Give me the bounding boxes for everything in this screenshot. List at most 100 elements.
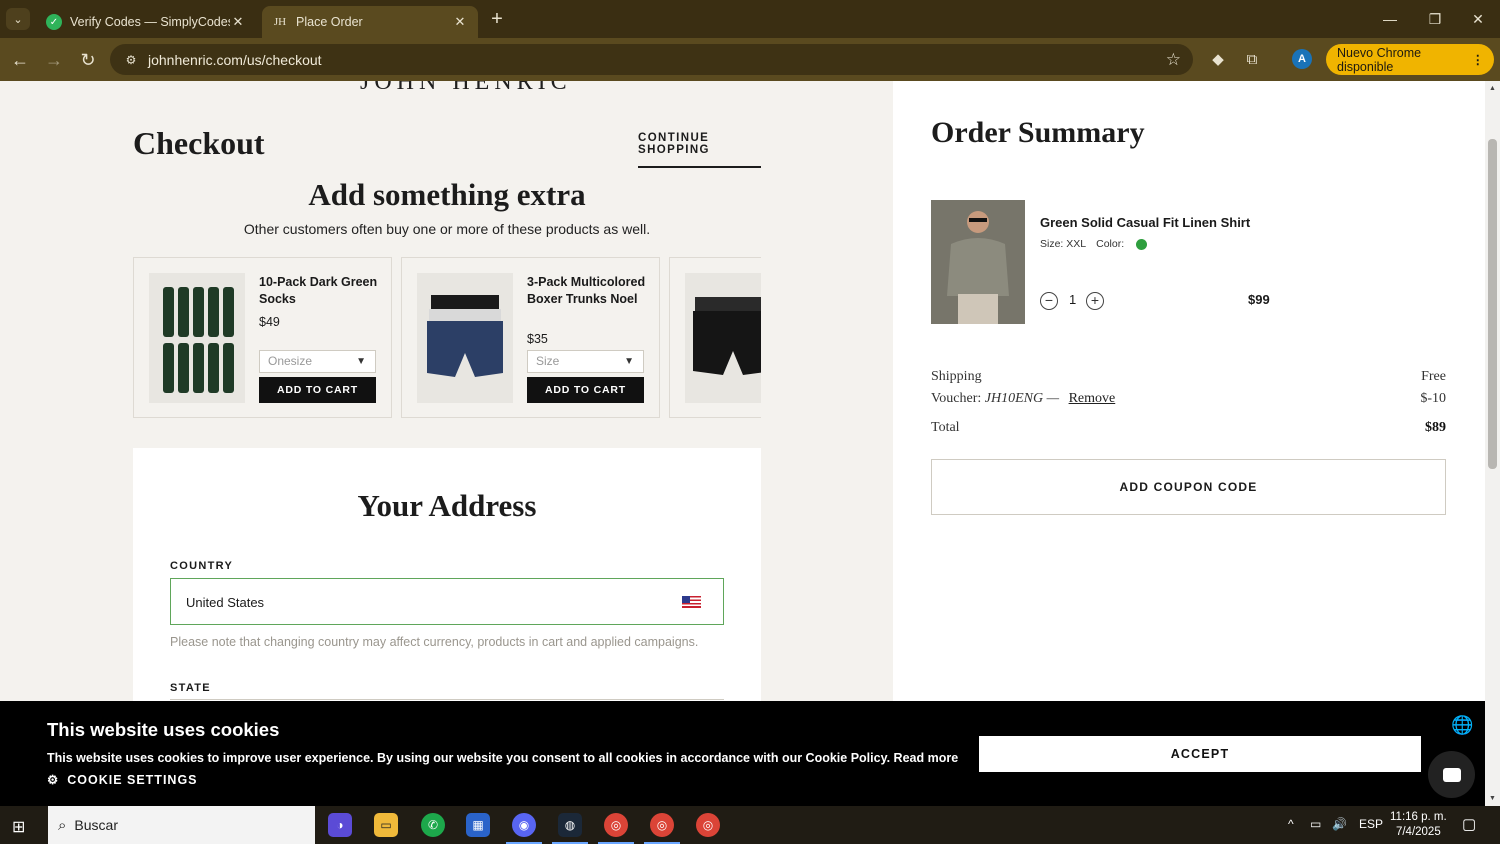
- clock-time: 11:16 p. m.: [1390, 811, 1447, 823]
- copilot-icon[interactable]: ◑: [328, 813, 352, 837]
- total-label: Total: [931, 420, 960, 435]
- checkout-main: JOHN HENRIC Checkout CONTINUE SHOPPING A…: [0, 81, 893, 806]
- close-tab-icon[interactable]: ✕: [230, 14, 246, 30]
- tab-title: Verify Codes — SimplyCodes: [70, 15, 230, 29]
- country-select[interactable]: United States: [170, 578, 724, 625]
- size-select-value: Size: [536, 354, 560, 368]
- cookie-settings-label: COOKIE SETTINGS: [67, 772, 198, 787]
- taskbar-search[interactable]: ⌕ Buscar: [48, 806, 315, 844]
- bookmark-star-icon[interactable]: ☆: [1166, 50, 1181, 70]
- menu-dots-icon[interactable]: ⋮: [1472, 52, 1485, 67]
- add-to-cart-button[interactable]: ADD TO CART: [527, 377, 644, 403]
- gear-icon: ⚙: [47, 773, 60, 787]
- decrease-quantity-button[interactable]: −: [1040, 292, 1058, 310]
- whatsapp-icon[interactable]: ✆: [421, 813, 445, 837]
- notifications-icon[interactable]: ▢: [1462, 815, 1476, 833]
- scroll-up-icon[interactable]: ▲: [1488, 85, 1497, 94]
- chat-icon: [1442, 767, 1461, 782]
- steam-icon[interactable]: ◍: [552, 813, 588, 844]
- shipping-label: Shipping: [931, 369, 982, 384]
- size-select[interactable]: Size ▼: [527, 350, 644, 373]
- chevron-down-icon: ▼: [356, 356, 366, 367]
- scrollbar-thumb[interactable]: [1488, 139, 1497, 469]
- state-label: STATE: [170, 682, 211, 694]
- product-name[interactable]: Green Solid Casual Fit Linen Shirt: [1040, 215, 1250, 230]
- increase-quantity-button[interactable]: +: [1086, 292, 1104, 310]
- search-icon: ⌕: [58, 816, 67, 834]
- extensions-puzzle-icon[interactable]: ⧉: [1241, 49, 1263, 71]
- black-boxers-product-image[interactable]: [685, 273, 761, 403]
- socks-product-image[interactable]: [149, 273, 245, 403]
- add-to-cart-button[interactable]: ADD TO CART: [259, 377, 376, 403]
- voucher-label: Voucher:: [931, 391, 982, 406]
- cookie-title: This website uses cookies: [47, 719, 280, 740]
- url-text[interactable]: johnhenric.com/us/checkout: [148, 52, 322, 68]
- upsell-product-name[interactable]: 3-Pack Multicolored Boxer Trunks Noel: [527, 274, 647, 308]
- chrome-update-button[interactable]: Nuevo Chrome disponible ⋮: [1326, 44, 1494, 75]
- upsell-carousel: 10-Pack Dark Green Socks $49 Onesize ▼ A…: [133, 257, 761, 418]
- us-flag-icon: [682, 596, 701, 608]
- tray-chevron-up-icon[interactable]: ^: [1288, 817, 1294, 831]
- address-bar[interactable]: ⚙ johnhenric.com/us/checkout ☆: [110, 44, 1193, 75]
- reload-button[interactable]: ↻: [77, 49, 99, 71]
- size-select[interactable]: Onesize ▼: [259, 350, 376, 373]
- discord-icon[interactable]: ◉: [506, 813, 542, 844]
- file-explorer-icon[interactable]: ▭: [374, 813, 398, 837]
- remove-voucher-link[interactable]: Remove: [1069, 391, 1116, 406]
- voucher-value: $-10: [1420, 391, 1446, 406]
- product-price: $99: [1248, 292, 1270, 307]
- new-tab-button[interactable]: +: [486, 8, 508, 30]
- tab-place-order[interactable]: JH Place Order ✕: [262, 6, 478, 38]
- site-info-icon[interactable]: ⚙: [118, 53, 144, 67]
- shipping-row: Shipping Free: [931, 369, 1446, 385]
- close-window-button[interactable]: ✕: [1458, 6, 1498, 32]
- voucher-code: JH10ENG —: [984, 391, 1060, 406]
- tab-search-button[interactable]: ⌄: [6, 8, 30, 30]
- cookie-settings-button[interactable]: ⚙ COOKIE SETTINGS: [47, 772, 198, 788]
- browser-tab-bar: ⌄ ✓ Verify Codes — SimplyCodes ✕ JH Plac…: [0, 0, 1500, 38]
- windows-start-icon[interactable]: ⊞: [12, 817, 25, 837]
- forward-button[interactable]: →: [43, 49, 65, 71]
- upsell-product-price: $35: [527, 332, 548, 346]
- globe-icon[interactable]: 🌐: [1451, 715, 1473, 736]
- order-summary-panel: Order Summary Green Solid Casual Fit Lin…: [893, 81, 1485, 806]
- address-title: Your Address: [357, 488, 537, 523]
- minimize-button[interactable]: —: [1370, 6, 1410, 32]
- taskbar-clock[interactable]: 11:16 p. m. 7/4/2025: [1390, 810, 1447, 840]
- scroll-down-icon[interactable]: ▼: [1488, 795, 1497, 804]
- clock-date: 7/4/2025: [1395, 826, 1441, 838]
- search-placeholder: Buscar: [74, 817, 118, 833]
- tab-verify-codes[interactable]: ✓ Verify Codes — SimplyCodes ✕: [36, 6, 256, 38]
- chrome-icon[interactable]: ◎: [598, 813, 634, 844]
- chrome-alt-icon[interactable]: ◎: [696, 813, 720, 837]
- chrome-profile-icon[interactable]: ◎: [644, 813, 680, 844]
- language-indicator[interactable]: ESP: [1359, 817, 1383, 831]
- continue-shopping-link[interactable]: CONTINUE SHOPPING: [638, 132, 761, 168]
- add-coupon-button[interactable]: ADD COUPON CODE: [931, 459, 1446, 515]
- microsoft-store-icon[interactable]: ▦: [466, 813, 490, 837]
- accept-cookies-button[interactable]: ACCEPT: [979, 736, 1421, 772]
- product-image[interactable]: [931, 200, 1025, 324]
- update-label: Nuevo Chrome disponible: [1337, 45, 1422, 74]
- upsell-subtitle: Other customers often buy one or more of…: [243, 221, 651, 237]
- chat-button[interactable]: [1428, 751, 1475, 798]
- extension-icon[interactable]: ◆: [1207, 49, 1229, 71]
- voucher-row: Voucher: JH10ENG — Remove $-10: [931, 391, 1446, 407]
- state-field[interactable]: [170, 699, 724, 700]
- volume-icon[interactable]: 🔊: [1332, 817, 1347, 831]
- cookie-banner: This website uses cookies This website u…: [0, 701, 1485, 806]
- network-icon[interactable]: ▭: [1310, 817, 1321, 831]
- shipping-value: Free: [1421, 369, 1446, 384]
- restore-button[interactable]: ❐: [1415, 6, 1455, 32]
- tab-title: Place Order: [296, 15, 363, 29]
- profile-avatar[interactable]: A: [1292, 49, 1312, 69]
- upsell-product-name[interactable]: 10-Pack Dark Green Socks: [259, 274, 379, 308]
- summary-title: Order Summary: [931, 116, 1145, 149]
- close-tab-icon[interactable]: ✕: [452, 14, 468, 30]
- page-scrollbar[interactable]: ▲ ▼: [1485, 81, 1500, 806]
- windows-taskbar: ⊞ ⌕ Buscar ◑ ▭ ✆ ▦ ◉ ◍ ◎ ◎ ◎ ^ ▭ 🔊 ESP 1…: [0, 806, 1500, 844]
- back-button[interactable]: ←: [9, 49, 31, 71]
- boxers-product-image[interactable]: [417, 273, 513, 403]
- upsell-product-price: $49: [259, 315, 280, 329]
- brand-logo[interactable]: JOHN HENRIC: [360, 81, 572, 96]
